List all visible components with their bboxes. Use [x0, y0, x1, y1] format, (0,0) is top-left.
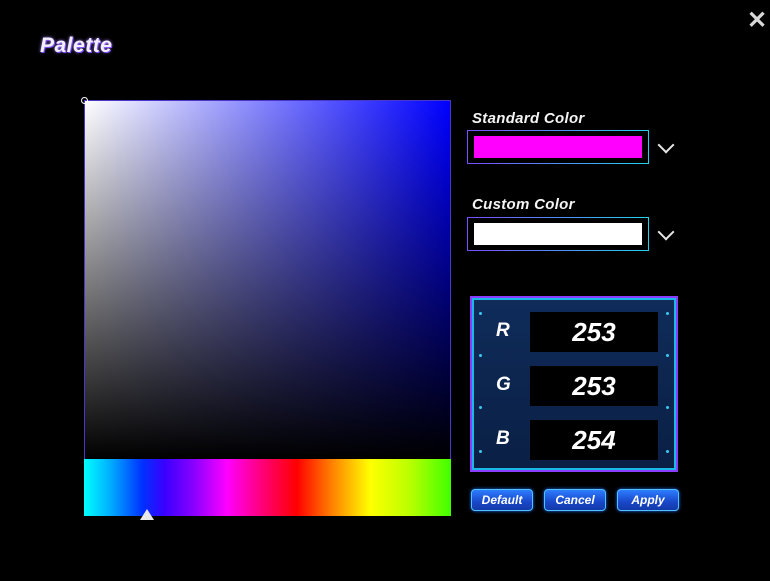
custom-color-swatch: [474, 223, 642, 245]
standard-color-swatch: [474, 136, 642, 158]
sv-black-layer: [85, 101, 450, 459]
blue-value-input[interactable]: 254: [530, 420, 658, 460]
hue-slider[interactable]: [84, 459, 451, 516]
cancel-button[interactable]: Cancel: [544, 489, 606, 511]
standard-color-label: Standard Color: [472, 110, 585, 127]
panel-dot: [479, 354, 482, 357]
saturation-value-field[interactable]: [81, 97, 451, 460]
custom-color-label: Custom Color: [472, 196, 575, 213]
rgb-row-red: R 253: [472, 312, 676, 352]
triangle-up-icon[interactable]: [140, 509, 154, 520]
saturation-handle[interactable]: [81, 97, 88, 104]
panel-dot: [666, 354, 669, 357]
close-icon[interactable]: ✕: [746, 9, 768, 33]
panel-dot: [479, 406, 482, 409]
red-value-input[interactable]: 253: [530, 312, 658, 352]
window-title: Palette: [40, 34, 113, 57]
panel-dot: [666, 406, 669, 409]
chevron-down-icon[interactable]: [657, 136, 675, 154]
green-label: G: [496, 374, 511, 395]
rgb-row-blue: B 254: [472, 420, 676, 460]
default-button[interactable]: Default: [471, 489, 533, 511]
blue-label: B: [496, 428, 510, 449]
rgb-panel: R 253 G 253 B 254: [470, 296, 678, 472]
custom-color-select[interactable]: [467, 217, 649, 251]
standard-color-select[interactable]: [467, 130, 649, 164]
green-value-input[interactable]: 253: [530, 366, 658, 406]
chevron-down-icon[interactable]: [657, 223, 675, 241]
red-label: R: [496, 320, 510, 341]
rgb-row-green: G 253: [472, 366, 676, 406]
apply-button[interactable]: Apply: [617, 489, 679, 511]
